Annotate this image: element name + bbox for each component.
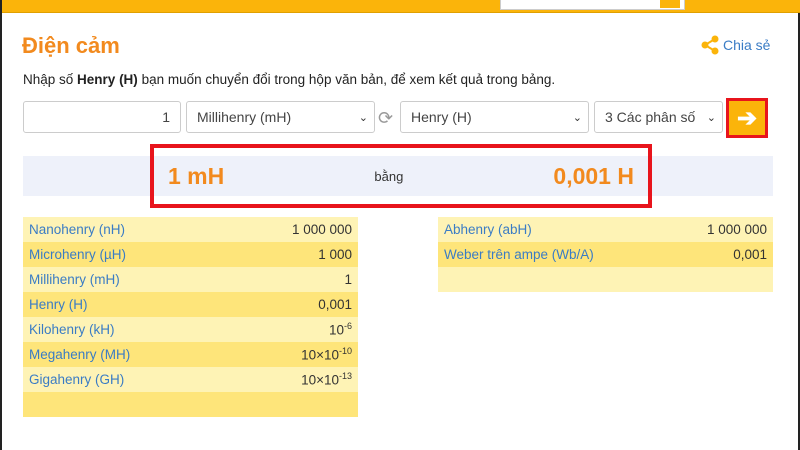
convert-button[interactable]: ➔ [726,98,768,138]
table-row: Microhenry (µH) 1 000 [23,242,358,267]
share-label: Chia sẻ [723,37,771,53]
chevron-down-icon: ⌄ [706,111,716,124]
unit-name[interactable] [438,267,670,292]
top-bar [2,0,800,13]
unit-value: 1 000 000 [291,222,352,237]
page-title: Điện cảm [22,33,120,58]
table-row: Gigahenry (GH) 10×10-13 [23,367,358,392]
unit-value: 10-6 [328,321,352,338]
table-row [438,267,773,292]
chevron-down-icon: ⌄ [572,111,582,124]
table-row: Nanohenry (nH) 1 000 000 [23,217,358,242]
unit-value: 10×10-10 [301,346,352,363]
result-equals: bằng [374,168,404,184]
top-search-input[interactable] [500,0,685,10]
from-unit-select[interactable]: Millihenry (mH) ⌄ [186,101,375,133]
to-unit-select[interactable]: Henry (H) ⌄ [400,101,589,133]
unit-value: 10×10-13 [301,371,352,388]
conversion-table-left: Nanohenry (nH) 1 000 000 Microhenry (µH) 1 … [23,217,358,417]
table-row: Henry (H) 0,001 [23,292,358,317]
unit-name[interactable]: Kilohenry (kH) [23,317,228,342]
unit-name[interactable]: Millihenry (mH) [23,267,228,292]
intro-text: Nhập số Henry (H) bạn muốn chuyển đổi tr… [23,72,556,87]
table-row: Kilohenry (kH) 10-6 [23,317,358,342]
chevron-down-icon: ⌄ [358,111,368,124]
unit-name[interactable]: Nanohenry (nH) [23,217,228,242]
table-row: Millihenry (mH) 1 [23,267,358,292]
result-from: 1 mH [168,162,225,189]
table-row: Weber trên ampe (Wb/A) 0,001 [438,242,773,267]
unit-name[interactable]: Weber trên ampe (Wb/A) [438,242,670,267]
unit-value [228,392,358,417]
unit-value: 1 000 [318,247,352,262]
table-row: Abhenry (abH) 1 000 000 [438,217,773,242]
precision-select[interactable]: 3 Các phân số ⌄ [594,101,723,133]
conversion-table-right: Abhenry (abH) 1 000 000 Weber trên ampe (W… [438,217,773,292]
unit-value: 1 000 000 [706,222,767,237]
unit-name[interactable]: Microhenry (µH) [23,242,228,267]
value-input[interactable]: 1 [23,101,181,133]
unit-name[interactable]: Henry (H) [23,292,228,317]
arrow-right-icon: ➔ [736,104,758,132]
share-button[interactable]: Chia sẻ [701,35,770,55]
unit-value: 0,001 [318,297,352,312]
unit-name[interactable] [23,392,228,417]
table-row [23,392,358,417]
unit-name[interactable]: Megahenry (MH) [23,342,228,367]
unit-name[interactable]: Abhenry (abH) [438,217,670,242]
table-row: Megahenry (MH) 10×10-10 [23,342,358,367]
swap-icon[interactable]: ⟳ [378,108,393,129]
unit-name[interactable]: Gigahenry (GH) [23,367,228,392]
share-icon [701,35,719,55]
unit-value [670,267,773,292]
unit-value: 0,001 [733,247,767,262]
unit-value: 1 [344,272,352,287]
top-search-button[interactable] [660,0,680,8]
result-to: 0,001 H [553,162,634,189]
result-box: 1 mH bằng 0,001 H [150,144,652,208]
